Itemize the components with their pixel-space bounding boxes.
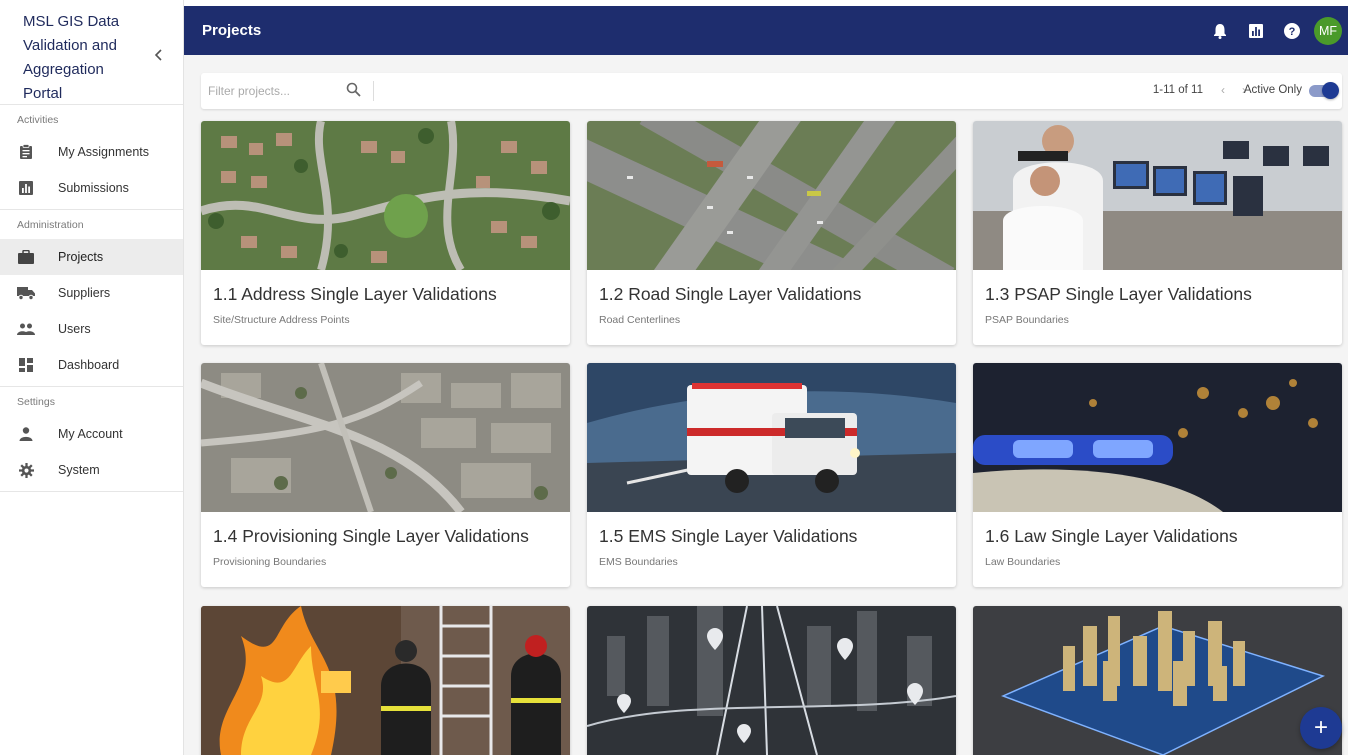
section-label: Settings xyxy=(17,396,55,408)
project-image-dispatch-center xyxy=(973,121,1342,270)
project-subtitle: Site/Structure Address Points xyxy=(213,314,350,326)
sidebar-item-system[interactable]: System xyxy=(0,452,183,488)
project-card[interactable] xyxy=(201,606,570,755)
project-subtitle: EMS Boundaries xyxy=(599,556,678,568)
section-settings: Settings My Account System xyxy=(0,387,183,492)
brand: MSL GIS Data Validation and Aggregation … xyxy=(0,0,183,105)
project-title: 1.4 Provisioning Single Layer Validation… xyxy=(213,526,529,546)
project-card[interactable]: 1.2 Road Single Layer Validations Road C… xyxy=(587,121,956,345)
sidebar-item-submissions[interactable]: Submissions xyxy=(0,170,183,206)
section-label: Activities xyxy=(17,114,59,126)
filter-bar: 1-11 of 11 ‹ › Active Only xyxy=(201,73,1342,109)
bell-icon[interactable] xyxy=(1210,21,1230,41)
project-card[interactable]: 1.3 PSAP Single Layer Validations PSAP B… xyxy=(973,121,1342,345)
project-image-aerial-city xyxy=(201,363,570,512)
project-title: 1.5 EMS Single Layer Validations xyxy=(599,526,858,546)
sidebar-item-label: Users xyxy=(58,322,91,336)
sidebar-item-my-account[interactable]: My Account xyxy=(0,416,183,452)
project-image-city-map-pins xyxy=(587,606,956,755)
help-icon[interactable]: ? xyxy=(1282,21,1302,41)
project-title: 1.2 Road Single Layer Validations xyxy=(599,284,862,304)
prev-page-button[interactable]: ‹ xyxy=(1216,83,1230,99)
sidebar-item-dashboard[interactable]: Dashboard xyxy=(0,347,183,383)
sidebar-item-suppliers[interactable]: Suppliers xyxy=(0,275,183,311)
chevron-left-icon[interactable] xyxy=(150,46,168,64)
project-image-ambulance-tunnel xyxy=(587,363,956,512)
active-only-label: Active Only xyxy=(1243,84,1302,96)
project-card[interactable] xyxy=(973,606,1342,755)
project-subtitle: Law Boundaries xyxy=(985,556,1061,568)
page-title: Projects xyxy=(202,22,262,39)
project-card[interactable]: 1.1 Address Single Layer Validations Sit… xyxy=(201,121,570,345)
project-card[interactable] xyxy=(587,606,956,755)
avatar[interactable]: MF xyxy=(1314,16,1342,45)
project-image-firefighters xyxy=(201,606,570,755)
add-project-button[interactable]: + xyxy=(1300,707,1342,749)
project-subtitle: Provisioning Boundaries xyxy=(213,556,327,568)
sidebar-item-projects[interactable]: Projects xyxy=(0,239,183,275)
active-only-toggle[interactable] xyxy=(1309,82,1339,99)
project-subtitle: Road Centerlines xyxy=(599,314,681,326)
sidebar-item-label: Projects xyxy=(58,250,104,264)
app-title: MSL GIS Data Validation and Aggregation … xyxy=(23,13,120,102)
section-administration: Administration Projects Suppliers Users xyxy=(0,210,183,387)
project-card[interactable]: 1.5 EMS Single Layer Validations EMS Bou… xyxy=(587,363,956,587)
people-icon xyxy=(17,320,35,338)
project-image-police-lights xyxy=(973,363,1342,512)
pagination-text: 1-11 of 11 xyxy=(1152,84,1203,96)
sidebar-item-label: System xyxy=(58,463,100,477)
header-actions: ? MF xyxy=(1194,6,1342,55)
toggle-knob xyxy=(1322,82,1339,99)
assignment-icon xyxy=(17,143,35,161)
search-icon[interactable] xyxy=(346,82,364,100)
project-card[interactable]: 1.6 Law Single Layer Validations Law Bou… xyxy=(973,363,1342,587)
project-image-3d-city-model xyxy=(973,606,1342,755)
person-icon xyxy=(17,425,35,443)
sidebar-item-label: My Account xyxy=(58,427,123,441)
gear-icon xyxy=(17,461,35,479)
project-title: 1.1 Address Single Layer Validations xyxy=(213,284,497,304)
bar-chart-icon xyxy=(17,179,35,197)
project-card[interactable]: 1.4 Provisioning Single Layer Validation… xyxy=(201,363,570,587)
project-subtitle: PSAP Boundaries xyxy=(985,314,1069,326)
svg-text:?: ? xyxy=(1289,26,1296,38)
sidebar-item-users[interactable]: Users xyxy=(0,311,183,347)
sidebar-item-label: Dashboard xyxy=(58,358,120,372)
sidebar: MSL GIS Data Validation and Aggregation … xyxy=(0,0,184,755)
dashboard-icon xyxy=(17,356,35,374)
add-icon: + xyxy=(1313,714,1328,741)
truck-icon xyxy=(17,284,35,302)
sidebar-item-label: My Assignments xyxy=(58,145,150,159)
divider xyxy=(373,81,374,101)
project-title: 1.6 Law Single Layer Validations xyxy=(985,526,1238,546)
sidebar-item-label: Submissions xyxy=(58,181,129,195)
project-image-aerial-neighborhood xyxy=(201,121,570,270)
section-activities: Activities My Assignments Submissions xyxy=(0,105,183,210)
project-title: 1.3 PSAP Single Layer Validations xyxy=(985,284,1252,304)
filter-projects-input[interactable] xyxy=(208,81,338,101)
top-app-bar: Projects ? MF xyxy=(184,6,1348,55)
report-icon[interactable] xyxy=(1246,21,1266,41)
app: MSL GIS Data Validation and Aggregation … xyxy=(0,0,1348,755)
sidebar-item-label: Suppliers xyxy=(58,286,111,300)
section-label: Administration xyxy=(17,219,84,231)
briefcase-icon xyxy=(17,248,35,266)
project-image-highway-interchange xyxy=(587,121,956,270)
sidebar-item-my-assignments[interactable]: My Assignments xyxy=(0,134,183,170)
